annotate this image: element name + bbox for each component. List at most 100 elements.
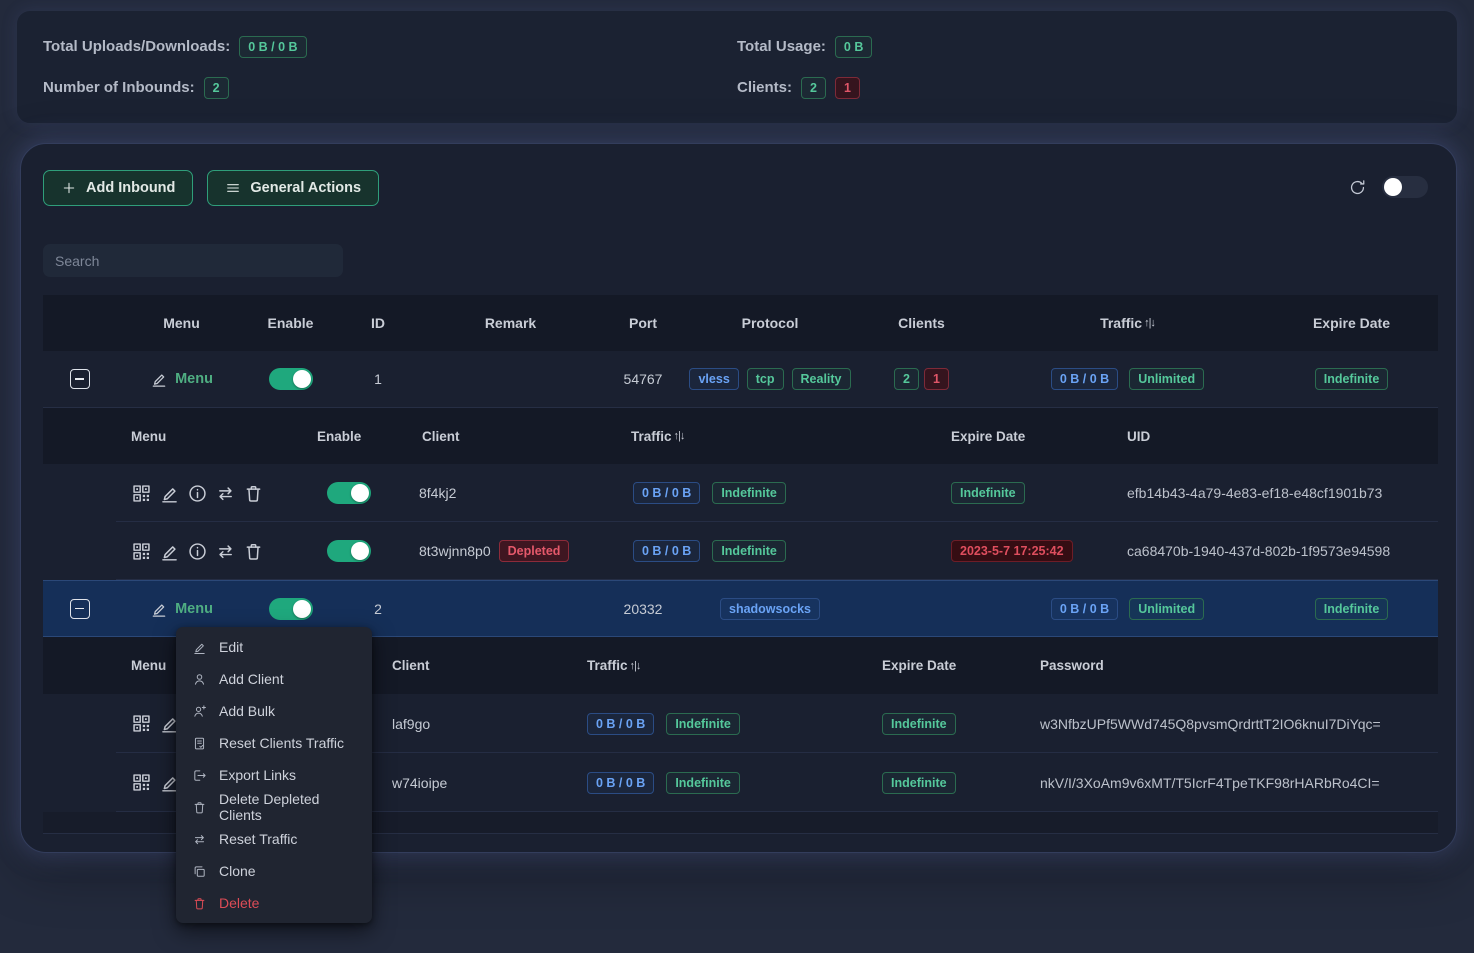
collapse-icon	[75, 608, 84, 610]
client-traffic-limit-badge: Indefinite	[666, 713, 740, 735]
row-menu-button[interactable]: Menu	[150, 370, 213, 388]
refresh-icon[interactable]	[1348, 178, 1367, 197]
add-bulk-icon	[192, 704, 207, 719]
depleted-badge: Depleted	[499, 540, 570, 562]
delete-client-icon[interactable]	[243, 483, 264, 504]
info-icon[interactable]	[187, 541, 208, 562]
menu-item-edit[interactable]: Edit	[176, 631, 372, 663]
inbound-remark	[422, 351, 599, 407]
general-actions-label: General Actions	[250, 180, 361, 196]
menu-item-delete-depleted-clients[interactable]: Delete Depleted Clients	[176, 791, 372, 823]
inbound-port: 54767	[599, 351, 687, 407]
clients-depleted-badge: 1	[924, 368, 949, 390]
edit-client-icon[interactable]	[159, 541, 180, 562]
menu-item-reset-clients-traffic[interactable]: Reset Clients Traffic	[176, 727, 372, 759]
add-inbound-label: Add Inbound	[86, 180, 175, 196]
client-actions	[116, 464, 301, 522]
collapse-icon	[75, 378, 84, 380]
header-id: ID	[334, 295, 422, 351]
client-enable-toggle[interactable]	[327, 540, 371, 562]
client-name: laf9go	[376, 694, 571, 753]
sort-icon: ↑|↓	[1144, 317, 1155, 329]
sub-header-uid: UID	[1111, 408, 1438, 464]
menu-item-add-bulk[interactable]: Add Bulk	[176, 695, 372, 727]
transport-badge: tcp	[747, 368, 784, 390]
sort-icon: ↑|↓	[674, 430, 685, 442]
theme-toggle[interactable]	[1382, 176, 1428, 198]
clients-active-badge: 2	[801, 77, 826, 99]
sub-header-traffic[interactable]: Traffic ↑|↓	[613, 408, 935, 464]
edit-pencil-icon	[150, 600, 168, 618]
header-protocol: Protocol	[687, 295, 853, 351]
total-uploads-downloads-value: 0 B / 0 B	[239, 36, 306, 58]
sub-header-client: Client	[396, 408, 613, 464]
enable-toggle[interactable]	[269, 598, 313, 620]
client-expire-badge: Indefinite	[951, 482, 1025, 504]
total-uploads-downloads-label: Total Uploads/Downloads:	[43, 38, 230, 55]
sub-header-menu: Menu	[116, 408, 301, 464]
total-usage-value: 0 B	[835, 36, 872, 58]
add-inbound-button[interactable]: Add Inbound	[43, 170, 193, 206]
general-actions-button[interactable]: General Actions	[207, 170, 379, 206]
client-name: 8f4kj2	[396, 464, 613, 522]
qrcode-icon[interactable]	[131, 713, 152, 734]
reset-traffic-icon[interactable]	[215, 483, 236, 504]
expire-badge: Indefinite	[1315, 368, 1389, 390]
sub-header-expire: Expire Date	[866, 637, 1026, 694]
sort-icon: ↑|↓	[630, 660, 641, 672]
stat-total-uploads-downloads: Total Uploads/Downloads: 0 B / 0 B	[43, 28, 737, 65]
clone-icon	[192, 864, 207, 879]
delete-icon	[192, 896, 207, 911]
menu-item-export-links[interactable]: Export Links	[176, 759, 372, 791]
menu-item-add-client[interactable]: Add Client	[176, 663, 372, 695]
menu-item-delete[interactable]: Delete	[176, 887, 372, 919]
collapse-row-button[interactable]	[70, 599, 90, 619]
menu-item-clone[interactable]: Clone	[176, 855, 372, 887]
export-links-icon	[192, 768, 207, 783]
client-traffic-badge: 0 B / 0 B	[633, 540, 700, 562]
info-icon[interactable]	[187, 483, 208, 504]
enable-toggle[interactable]	[269, 368, 313, 390]
total-usage-label: Total Usage:	[737, 38, 826, 55]
row-menu-button[interactable]: Menu	[150, 600, 213, 618]
qrcode-icon[interactable]	[131, 541, 152, 562]
reset-traffic-icon[interactable]	[215, 541, 236, 562]
traffic-badge: 0 B / 0 B	[1051, 368, 1118, 390]
clients-depleted-badge: 1	[835, 77, 860, 99]
edit-client-icon[interactable]	[159, 483, 180, 504]
edit-icon	[192, 640, 207, 655]
stat-clients: Clients: 2 1	[737, 69, 1431, 106]
header-menu: Menu	[116, 295, 247, 351]
stat-number-of-inbounds: Number of Inbounds: 2	[43, 69, 737, 106]
sub-header-traffic[interactable]: Traffic ↑|↓	[571, 637, 866, 694]
search-input[interactable]	[43, 244, 343, 277]
qrcode-icon[interactable]	[131, 483, 152, 504]
menu-item-reset-traffic[interactable]: Reset Traffic	[176, 823, 372, 855]
client-traffic-badge: 0 B / 0 B	[633, 482, 700, 504]
clients-label: Clients:	[737, 79, 792, 96]
client-expire-badge: Indefinite	[882, 772, 956, 794]
plus-icon	[61, 180, 77, 196]
client-name: w74ioipe	[376, 753, 571, 812]
sub-header-expire: Expire Date	[935, 408, 1111, 464]
clients-cell-empty	[853, 581, 990, 636]
traffic-limit-badge: Unlimited	[1129, 598, 1204, 620]
expire-badge: Indefinite	[1315, 598, 1389, 620]
clients-table-1-header: Menu Enable Client Traffic ↑|↓ Expire Da…	[43, 408, 1438, 464]
client-enable-toggle[interactable]	[327, 482, 371, 504]
qrcode-icon[interactable]	[131, 772, 152, 793]
inbound-id: 1	[334, 351, 422, 407]
stats-card: Total Uploads/Downloads: 0 B / 0 B Total…	[16, 10, 1458, 124]
collapse-row-button[interactable]	[70, 369, 90, 389]
header-clients: Clients	[853, 295, 990, 351]
inbound-port: 20332	[599, 581, 687, 636]
client-traffic-badge: 0 B / 0 B	[587, 772, 654, 794]
sub-header-client: Client	[376, 637, 571, 694]
menu-bars-icon	[225, 180, 241, 196]
add-client-icon	[192, 672, 207, 687]
header-traffic[interactable]: Traffic ↑|↓	[990, 295, 1265, 351]
protocol-badge: shadowsocks	[720, 598, 820, 620]
client-expire-badge: 2023-5-7 17:25:42	[951, 540, 1073, 562]
delete-client-icon[interactable]	[243, 541, 264, 562]
sub-header-enable: Enable	[301, 408, 396, 464]
